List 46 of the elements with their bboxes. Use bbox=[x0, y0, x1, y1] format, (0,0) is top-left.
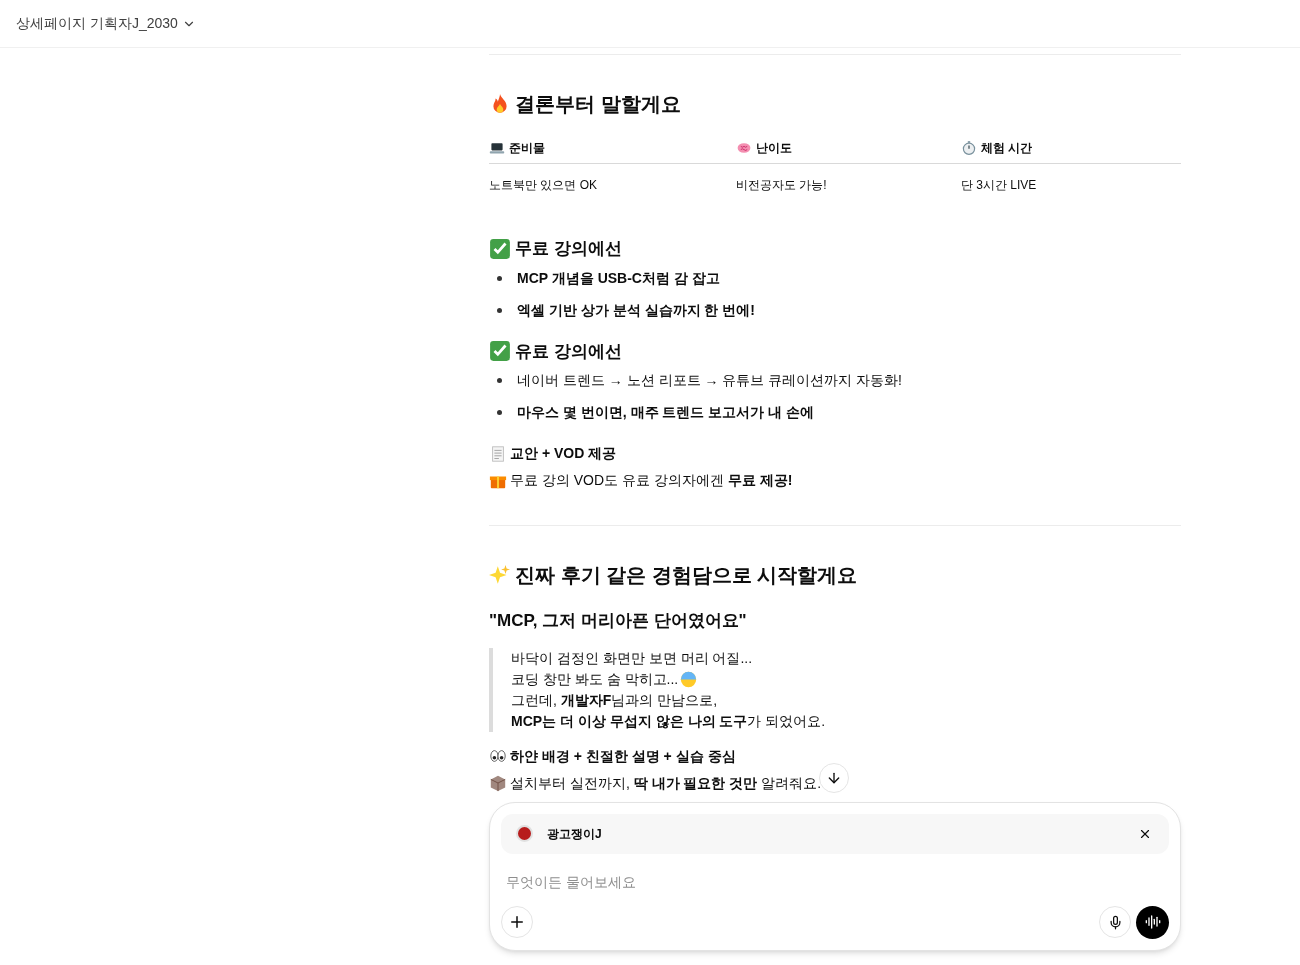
stopwatch-icon bbox=[961, 140, 977, 156]
section-heading: 결론부터 말할게요 bbox=[515, 92, 681, 117]
list-item-text: 엑셀 기반 상가 분석 실습까지 한 번에! bbox=[517, 300, 755, 320]
bullet-icon bbox=[497, 307, 502, 313]
bullet-icon bbox=[497, 275, 502, 281]
list-item-text: 네이버 트렌드 → 노션 리포트 → 유튜브 큐레이션까지 자동화! bbox=[517, 371, 902, 390]
receipt-icon bbox=[489, 444, 507, 463]
feature-text: 설치부터 실전까지, 딱 내가 필요한 것만 알려줘요. bbox=[510, 773, 822, 793]
subsection-heading: 무료 강의에선 bbox=[515, 238, 622, 260]
quote-line: MCP는 더 이상 무섭지 않은 나의 도구가 되었어요. bbox=[511, 711, 826, 731]
quote-line: 그런데, 개발자F님과의 만남으로, bbox=[511, 690, 718, 710]
gpt-name: 광고쟁이J bbox=[547, 825, 602, 843]
arrow-down-icon bbox=[826, 770, 842, 786]
table-cell-text: 비전공자도 가능! bbox=[736, 177, 828, 194]
feature-text: 하얀 배경 + 친절한 설명 + 실습 중심 bbox=[510, 746, 736, 766]
table-cell-text: 단 3시간 LIVE bbox=[961, 177, 1038, 194]
model-selector[interactable]: 상세페이지 기획자J_2030 bbox=[12, 13, 200, 34]
bullet-icon bbox=[497, 378, 502, 383]
quote-line: 코딩 창만 봐도 숨 막히고... bbox=[511, 669, 679, 689]
subsection-heading: 유료 강의에선 bbox=[515, 340, 622, 363]
sparkles-icon bbox=[489, 564, 511, 586]
section-heading: 진짜 후기 같은 경험담으로 시작할게요 bbox=[515, 563, 858, 588]
table-header: 난이도 bbox=[756, 140, 792, 157]
eyes-icon bbox=[489, 747, 507, 765]
table-cell-text: 노트북만 있으면 OK bbox=[489, 177, 598, 194]
table-header: 준비물 bbox=[509, 140, 545, 157]
checkmark-icon bbox=[489, 237, 511, 260]
scroll-down-button[interactable] bbox=[819, 763, 849, 793]
table-header: 체험 시간 bbox=[981, 140, 1033, 157]
note-text: 무료 강의 VOD도 유료 강의자에겐 무료 제공! bbox=[510, 471, 793, 490]
brain-icon bbox=[736, 140, 752, 156]
list-item-text: MCP 개념을 USB-C처럼 감 잡고 bbox=[517, 268, 720, 288]
list-item-text: 마우스 몇 번이면, 매주 트렌드 보고서가 내 손에 bbox=[517, 403, 815, 422]
quote-heading: "MCP, 그저 머리아픈 단어였어요" bbox=[489, 610, 748, 632]
note-text: 교안 + VOD 제공 bbox=[510, 444, 617, 463]
avatar bbox=[516, 825, 533, 842]
voice-mode-button[interactable] bbox=[1136, 905, 1169, 939]
plus-icon bbox=[508, 913, 526, 931]
microphone-icon bbox=[1107, 914, 1123, 930]
quote-line: 바닥이 검정인 화면만 보면 머리 어질... bbox=[511, 648, 753, 668]
checkmark-icon bbox=[489, 340, 511, 363]
sound-wave-icon bbox=[1144, 914, 1161, 930]
package-icon bbox=[489, 774, 507, 792]
laptop-icon bbox=[489, 140, 505, 156]
bullet-icon bbox=[497, 410, 502, 415]
prompt-input[interactable]: 무엇이든 물어보세요 bbox=[501, 869, 1169, 894]
